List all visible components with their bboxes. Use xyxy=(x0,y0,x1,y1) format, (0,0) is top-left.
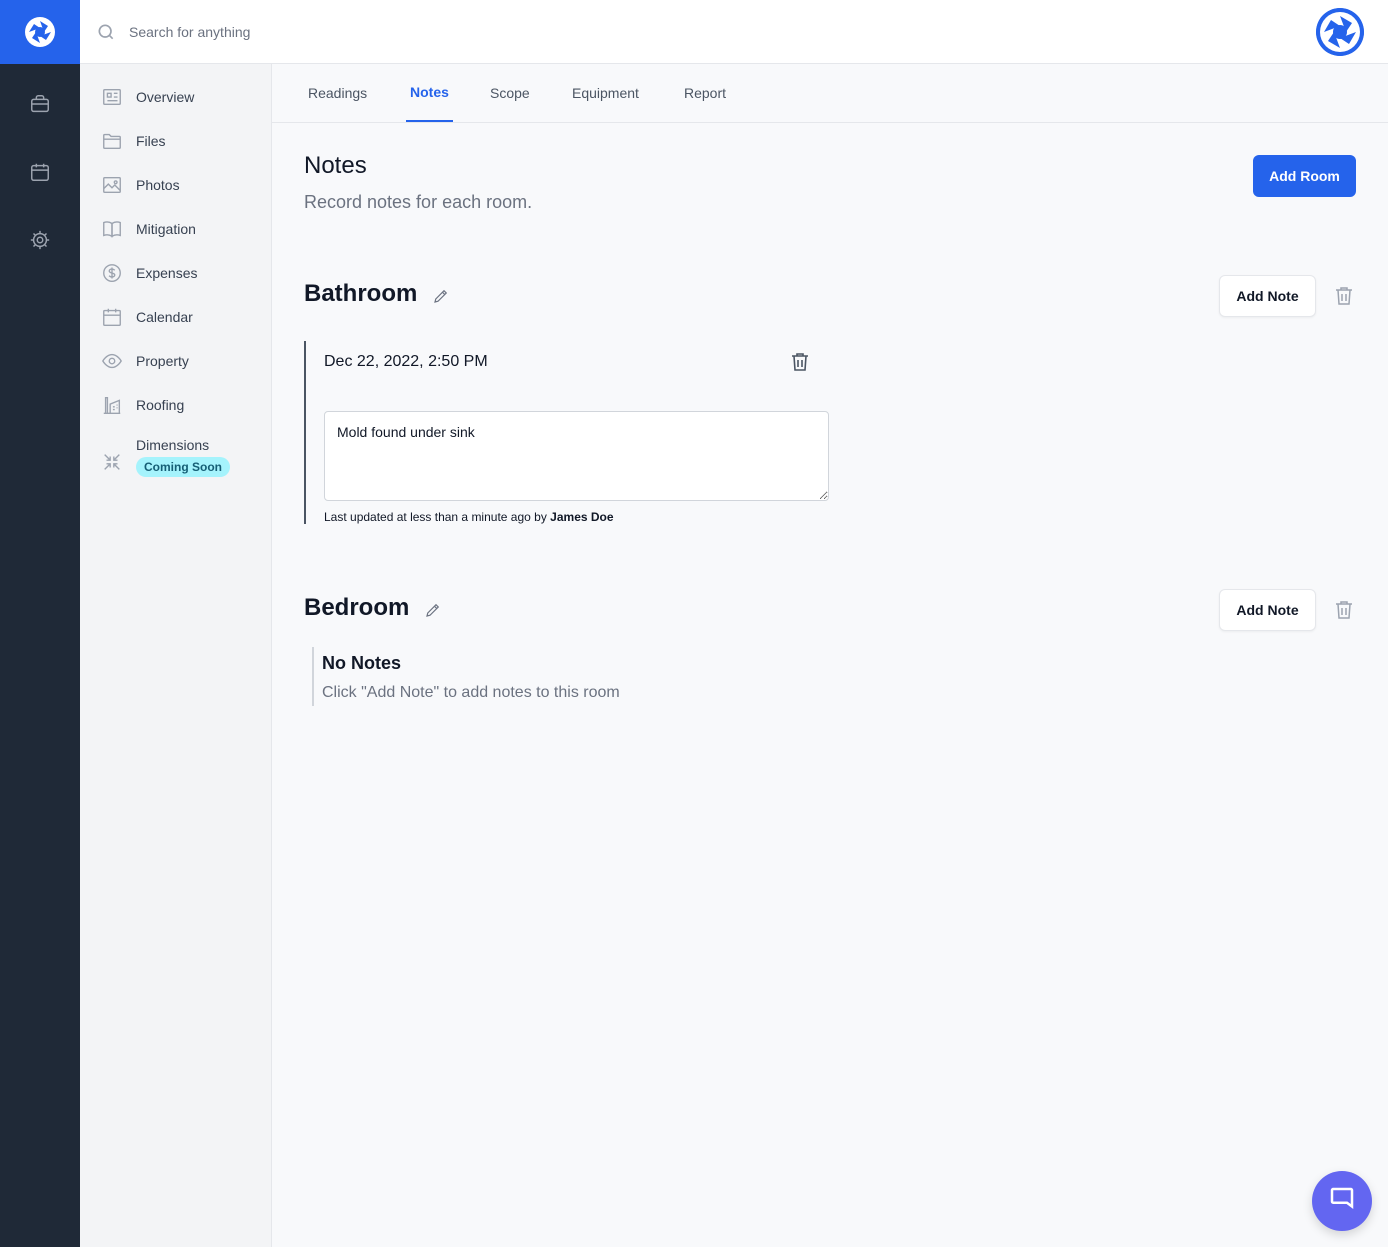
delete-room-icon[interactable] xyxy=(1332,598,1356,622)
note-date: Dec 22, 2022, 2:50 PM xyxy=(324,353,488,370)
sidebar-item-property[interactable]: Property xyxy=(100,349,189,373)
edit-room-name-icon[interactable] xyxy=(424,601,442,619)
sidebar-item-mitigation[interactable]: Mitigation xyxy=(100,217,196,241)
tab-report[interactable]: Report xyxy=(680,64,730,122)
sidebar-item-label: Calendar xyxy=(136,309,193,325)
sidebar-item-label: Photos xyxy=(136,177,180,193)
sidebar-item-calendar[interactable]: Calendar xyxy=(100,305,193,329)
calendar-icon xyxy=(100,305,124,329)
add-note-button[interactable]: Add Note xyxy=(1219,589,1316,631)
building-icon xyxy=(100,393,124,417)
sidebar-item-label: Dimensions xyxy=(136,437,210,453)
empty-subtitle: Click "Add Note" to add notes to this ro… xyxy=(322,684,620,701)
page-subtitle: Record notes for each room. xyxy=(304,192,533,212)
sidebar-item-label: Roofing xyxy=(136,397,185,413)
tab-bar: Readings Notes Scope Equipment Report xyxy=(272,64,1388,123)
sidebar-item-label: Mitigation xyxy=(136,221,196,237)
top-bar xyxy=(80,0,1388,64)
sidebar-item-label: Files xyxy=(136,133,166,149)
eye-icon xyxy=(100,349,124,373)
tab-notes[interactable]: Notes xyxy=(406,64,453,122)
sidebar-item-photos[interactable]: Photos xyxy=(100,173,180,197)
delete-note-icon[interactable] xyxy=(788,350,812,374)
note-meta-prefix: Last updated at less than a minute ago b… xyxy=(324,510,547,524)
empty-title: No Notes xyxy=(322,653,402,673)
sidebar-item-expenses[interactable]: Expenses xyxy=(100,261,197,285)
briefcase-icon[interactable] xyxy=(28,92,52,116)
gear-icon[interactable] xyxy=(28,228,52,252)
avatar[interactable] xyxy=(1316,8,1364,56)
tab-readings[interactable]: Readings xyxy=(304,64,371,122)
coming-soon-badge: Coming Soon xyxy=(136,457,230,477)
room-title: Bathroom xyxy=(304,280,418,307)
delete-room-icon[interactable] xyxy=(1332,284,1356,308)
page-title: Notes xyxy=(304,152,367,179)
note-textarea[interactable]: Mold found under sink xyxy=(324,411,829,501)
sidebar-item-files[interactable]: Files xyxy=(100,129,166,153)
app-rail xyxy=(0,0,80,1247)
overview-icon xyxy=(100,85,124,109)
note-card: Dec 22, 2022, 2:50 PM Mold found under s… xyxy=(304,341,844,524)
sidebar-item-dimensions[interactable]: Dimensions Coming Soon xyxy=(100,437,230,487)
project-sidebar: Overview Files Photos Mitigation Expense… xyxy=(80,64,272,1247)
folder-icon xyxy=(100,129,124,153)
photo-icon xyxy=(100,173,124,197)
book-icon xyxy=(100,217,124,241)
tab-equipment[interactable]: Equipment xyxy=(568,64,643,122)
sidebar-item-label: Property xyxy=(136,353,189,369)
chat-icon xyxy=(1327,1184,1357,1219)
search-input[interactable] xyxy=(120,14,720,50)
shrink-icon xyxy=(100,450,124,474)
dollar-icon xyxy=(100,261,124,285)
search-icon xyxy=(96,22,116,42)
tab-scope[interactable]: Scope xyxy=(486,64,534,122)
calendar-icon[interactable] xyxy=(28,160,52,184)
add-room-button[interactable]: Add Room xyxy=(1253,155,1356,197)
chat-launcher-button[interactable] xyxy=(1312,1171,1372,1231)
note-meta: Last updated at less than a minute ago b… xyxy=(324,510,614,524)
logo-icon[interactable] xyxy=(0,0,80,64)
dimensions-label-group: Dimensions Coming Soon xyxy=(136,437,230,477)
empty-notes-state: No Notes Click "Add Note" to add notes t… xyxy=(312,647,712,706)
sidebar-item-roofing[interactable]: Roofing xyxy=(100,393,184,417)
edit-room-name-icon[interactable] xyxy=(432,287,450,305)
add-note-button[interactable]: Add Note xyxy=(1219,275,1316,317)
room-title: Bedroom xyxy=(304,594,410,621)
sidebar-item-label: Expenses xyxy=(136,265,198,281)
note-author: James Doe xyxy=(550,510,614,524)
sidebar-item-label: Overview xyxy=(136,89,195,105)
sidebar-item-overview[interactable]: Overview xyxy=(100,85,194,109)
